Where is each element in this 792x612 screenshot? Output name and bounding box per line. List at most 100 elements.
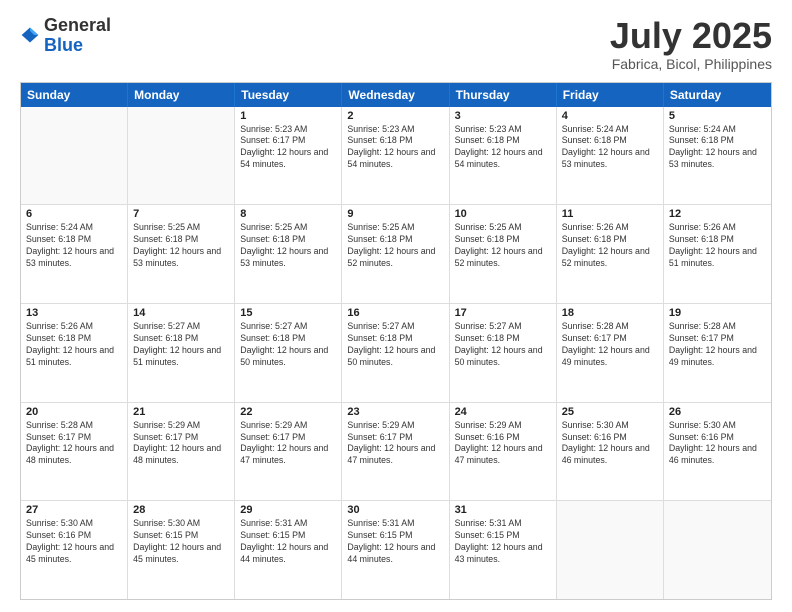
day-number: 18 [562,307,658,319]
day-cell-14-2-1: 14Sunrise: 5:27 AMSunset: 6:18 PMDayligh… [128,304,235,402]
day-number: 23 [347,406,443,418]
day-info: Sunrise: 5:28 AMSunset: 6:17 PMDaylight:… [669,321,766,369]
week-row-3: 13Sunrise: 5:26 AMSunset: 6:18 PMDayligh… [21,304,771,403]
day-cell-6-1-0: 6 Sunrise: 5:24 AMSunset: 6:18 PMDaylight… [21,205,128,303]
day-number: 29 [240,504,336,516]
day-number: 31 [455,504,551,516]
day-info: Sunrise: 5:25 AMSunset: 6:18 PMDaylight:… [133,222,229,270]
logo: General Blue [20,16,111,56]
week-row-2: 6 Sunrise: 5:24 AMSunset: 6:18 PMDaylight… [21,205,771,304]
day-info: Sunrise: 5:28 AMSunset: 6:17 PMDaylight:… [26,420,122,468]
day-cell-16-2-3: 16 Sunrise: 5:27 AMSunset: 6:18 PMDayligh… [342,304,449,402]
day-cell-15-2-2: 15Sunrise: 5:27 AMSunset: 6:18 PMDayligh… [235,304,342,402]
day-cell-8-1-2: 8 Sunrise: 5:25 AMSunset: 6:18 PMDaylight… [235,205,342,303]
day-info: Sunrise: 5:23 AMSunset: 6:17 PMDaylight:… [240,124,336,172]
day-info: Sunrise: 5:24 AMSunset: 6:18 PMDaylight:… [26,222,122,270]
day-info: Sunrise: 5:30 AMSunset: 6:15 PMDaylight:… [133,518,229,566]
day-number: 7 [133,208,229,220]
day-cell-30-4-3: 30 Sunrise: 5:31 AMSunset: 6:15 PMDayligh… [342,501,449,599]
day-cell-19-2-6: 19Sunrise: 5:28 AMSunset: 6:17 PMDayligh… [664,304,771,402]
day-cell-3-0-4: 3Sunrise: 5:23 AMSunset: 6:18 PMDaylight… [450,107,557,205]
day-number: 6 [26,208,122,220]
day-cell-7-1-1: 7 Sunrise: 5:25 AMSunset: 6:18 PMDaylight… [128,205,235,303]
header-day-sunday: Sunday [21,83,128,107]
day-info: Sunrise: 5:30 AMSunset: 6:16 PMDaylight:… [562,420,658,468]
day-number: 11 [562,208,658,220]
day-number: 27 [26,504,122,516]
week-row-5: 27 Sunrise: 5:30 AMSunset: 6:16 PMDayligh… [21,501,771,599]
day-info: Sunrise: 5:29 AMSunset: 6:16 PMDaylight:… [455,420,551,468]
day-cell-empty-0-0 [21,107,128,205]
day-cell-5-0-6: 5 Sunrise: 5:24 AMSunset: 6:18 PMDaylight… [664,107,771,205]
day-info: Sunrise: 5:31 AMSunset: 6:15 PMDaylight:… [347,518,443,566]
day-info: Sunrise: 5:30 AMSunset: 6:16 PMDaylight:… [669,420,766,468]
day-info: Sunrise: 5:26 AMSunset: 6:18 PMDaylight:… [669,222,766,270]
day-cell-28-4-1: 28 Sunrise: 5:30 AMSunset: 6:15 PMDayligh… [128,501,235,599]
day-cell-13-2-0: 13Sunrise: 5:26 AMSunset: 6:18 PMDayligh… [21,304,128,402]
day-info: Sunrise: 5:27 AMSunset: 6:18 PMDaylight:… [133,321,229,369]
day-cell-21-3-1: 21Sunrise: 5:29 AMSunset: 6:17 PMDayligh… [128,403,235,501]
day-cell-24-3-4: 24Sunrise: 5:29 AMSunset: 6:16 PMDayligh… [450,403,557,501]
day-info: Sunrise: 5:25 AMSunset: 6:18 PMDaylight:… [240,222,336,270]
header-day-wednesday: Wednesday [342,83,449,107]
day-info: Sunrise: 5:26 AMSunset: 6:18 PMDaylight:… [562,222,658,270]
day-number: 28 [133,504,229,516]
month-year: July 2025 [610,16,772,56]
day-number: 12 [669,208,766,220]
header-day-saturday: Saturday [664,83,771,107]
header: General Blue July 2025 Fabrica, Bicol, P… [20,16,772,72]
day-cell-empty-0-1 [128,107,235,205]
day-info: Sunrise: 5:25 AMSunset: 6:18 PMDaylight:… [347,222,443,270]
day-cell-25-3-5: 25 Sunrise: 5:30 AMSunset: 6:16 PMDayligh… [557,403,664,501]
day-cell-4-0-5: 4 Sunrise: 5:24 AMSunset: 6:18 PMDaylight… [557,107,664,205]
day-number: 8 [240,208,336,220]
day-info: Sunrise: 5:30 AMSunset: 6:16 PMDaylight:… [26,518,122,566]
day-cell-22-3-2: 22 Sunrise: 5:29 AMSunset: 6:17 PMDayligh… [235,403,342,501]
day-cell-26-3-6: 26 Sunrise: 5:30 AMSunset: 6:16 PMDayligh… [664,403,771,501]
day-info: Sunrise: 5:24 AMSunset: 6:18 PMDaylight:… [562,124,658,172]
page: General Blue July 2025 Fabrica, Bicol, P… [0,0,792,612]
day-info: Sunrise: 5:24 AMSunset: 6:18 PMDaylight:… [669,124,766,172]
day-number: 5 [669,110,766,122]
day-info: Sunrise: 5:27 AMSunset: 6:18 PMDaylight:… [347,321,443,369]
day-info: Sunrise: 5:23 AMSunset: 6:18 PMDaylight:… [347,124,443,172]
logo-general-text: General [44,15,111,35]
day-info: Sunrise: 5:29 AMSunset: 6:17 PMDaylight:… [347,420,443,468]
day-cell-12-1-6: 12 Sunrise: 5:26 AMSunset: 6:18 PMDayligh… [664,205,771,303]
day-number: 16 [347,307,443,319]
day-cell-17-2-4: 17Sunrise: 5:27 AMSunset: 6:18 PMDayligh… [450,304,557,402]
calendar: SundayMondayTuesdayWednesdayThursdayFrid… [20,82,772,600]
day-info: Sunrise: 5:25 AMSunset: 6:18 PMDaylight:… [455,222,551,270]
day-number: 26 [669,406,766,418]
day-cell-10-1-4: 10Sunrise: 5:25 AMSunset: 6:18 PMDayligh… [450,205,557,303]
header-day-thursday: Thursday [450,83,557,107]
day-cell-31-4-4: 31 Sunrise: 5:31 AMSunset: 6:15 PMDayligh… [450,501,557,599]
day-info: Sunrise: 5:31 AMSunset: 6:15 PMDaylight:… [455,518,551,566]
day-number: 25 [562,406,658,418]
day-cell-2-0-3: 2Sunrise: 5:23 AMSunset: 6:18 PMDaylight… [342,107,449,205]
day-number: 20 [26,406,122,418]
day-info: Sunrise: 5:31 AMSunset: 6:15 PMDaylight:… [240,518,336,566]
day-cell-11-1-5: 11 Sunrise: 5:26 AMSunset: 6:18 PMDayligh… [557,205,664,303]
day-info: Sunrise: 5:26 AMSunset: 6:18 PMDaylight:… [26,321,122,369]
title-block: July 2025 Fabrica, Bicol, Philippines [610,16,772,72]
day-cell-18-2-5: 18Sunrise: 5:28 AMSunset: 6:17 PMDayligh… [557,304,664,402]
day-cell-empty-4-6 [664,501,771,599]
day-number: 22 [240,406,336,418]
header-day-friday: Friday [557,83,664,107]
day-info: Sunrise: 5:29 AMSunset: 6:17 PMDaylight:… [240,420,336,468]
day-number: 21 [133,406,229,418]
day-number: 30 [347,504,443,516]
day-number: 4 [562,110,658,122]
location: Fabrica, Bicol, Philippines [610,56,772,72]
week-row-1: 1Sunrise: 5:23 AMSunset: 6:17 PMDaylight… [21,107,771,206]
header-day-tuesday: Tuesday [235,83,342,107]
logo-blue-text: Blue [44,35,83,55]
day-cell-29-4-2: 29 Sunrise: 5:31 AMSunset: 6:15 PMDayligh… [235,501,342,599]
calendar-body: 1Sunrise: 5:23 AMSunset: 6:17 PMDaylight… [21,107,771,599]
calendar-header-row: SundayMondayTuesdayWednesdayThursdayFrid… [21,83,771,107]
day-cell-20-3-0: 20 Sunrise: 5:28 AMSunset: 6:17 PMDayligh… [21,403,128,501]
day-info: Sunrise: 5:27 AMSunset: 6:18 PMDaylight:… [240,321,336,369]
day-number: 17 [455,307,551,319]
day-cell-23-3-3: 23 Sunrise: 5:29 AMSunset: 6:17 PMDayligh… [342,403,449,501]
